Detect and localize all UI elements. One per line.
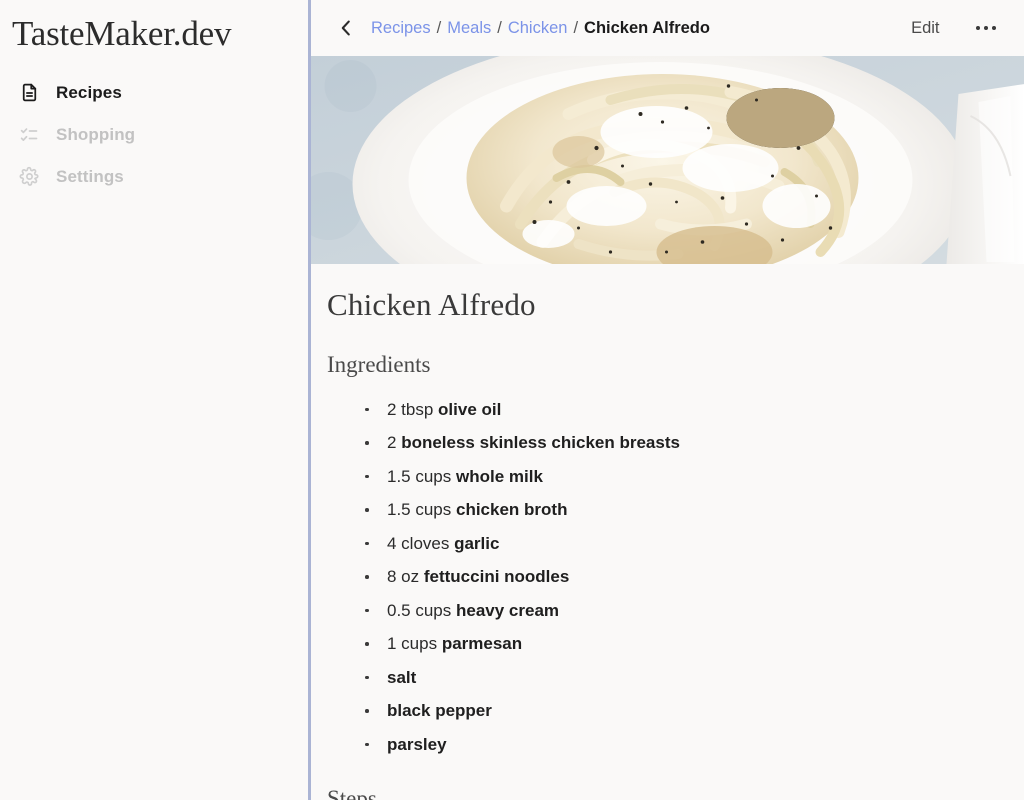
ingredient-item: 1.5 cups whole milk <box>327 460 1024 494</box>
ingredient-quantity: 1.5 cups <box>387 500 456 520</box>
ingredient-item: black pepper <box>327 694 1024 728</box>
sidebar-item-shopping[interactable]: Shopping <box>0 114 308 156</box>
ingredient-quantity: 4 cloves <box>387 533 455 553</box>
ingredient-name: chicken broth <box>456 500 568 520</box>
breadcrumb-link-chicken[interactable]: Chicken <box>508 19 568 38</box>
ingredient-quantity: 8 oz <box>387 567 424 587</box>
ingredient-quantity: 2 tbsp <box>387 399 439 419</box>
ingredient-name: salt <box>387 667 417 687</box>
sidebar-item-recipes[interactable]: Recipes <box>0 72 308 114</box>
ingredient-item: salt <box>327 661 1024 695</box>
ingredient-item: 0.5 cups heavy cream <box>327 594 1024 628</box>
topbar: Recipes / Meals / Chicken / Chicken Alfr… <box>311 0 1024 56</box>
sidebar-item-label: Shopping <box>56 124 136 144</box>
app-root: TasteMaker.dev Recipes Shopping Settings… <box>0 0 1024 800</box>
sidebar-item-label: Settings <box>56 166 124 186</box>
ingredient-name: parmesan <box>441 634 523 654</box>
brand-title: TasteMaker.dev <box>12 14 232 53</box>
breadcrumb-current: Chicken Alfredo <box>584 18 710 37</box>
sidebar-item-label: Recipes <box>56 82 122 102</box>
ellipsis-icon[interactable] <box>966 18 1007 39</box>
ingredient-name: garlic <box>454 533 500 553</box>
back-button[interactable] <box>333 15 359 41</box>
ingredient-item: 8 oz fettuccini noodles <box>327 560 1024 594</box>
breadcrumb-separator: / <box>497 18 502 37</box>
ingredient-quantity: 2 <box>387 433 402 453</box>
ingredients-list: 2 tbsp olive oil 2 boneless skinless chic… <box>327 393 1024 762</box>
ingredient-name: fettuccini noodles <box>423 567 570 587</box>
sidebar: TasteMaker.dev Recipes Shopping Settings <box>0 0 308 800</box>
hero-illustration <box>311 56 1024 264</box>
ingredient-item: 1.5 cups chicken broth <box>327 493 1024 527</box>
recipe-article: Chicken Alfredo Ingredients 2 tbsp olive… <box>311 286 1024 800</box>
breadcrumb-separator: / <box>436 18 442 37</box>
gear-icon <box>18 166 40 188</box>
breadcrumb-link-meals[interactable]: Meals <box>447 19 491 38</box>
ingredient-name: olive oil <box>438 399 502 419</box>
sidebar-item-settings[interactable]: Settings <box>0 156 308 198</box>
edit-button[interactable]: Edit <box>903 15 947 42</box>
content-area: Recipes / Meals / Chicken / Chicken Alfr… <box>308 0 1024 800</box>
ingredient-item: 4 cloves garlic <box>327 527 1024 561</box>
breadcrumb-link-recipes[interactable]: Recipes <box>371 19 431 38</box>
checklist-icon <box>18 124 40 146</box>
ingredient-name: black pepper <box>387 701 492 721</box>
breadcrumb: Recipes / Meals / Chicken / Chicken Alfr… <box>371 19 710 38</box>
ingredient-quantity: 1.5 cups <box>387 466 456 486</box>
ingredients-heading: Ingredients <box>327 352 431 378</box>
ingredient-name: boneless skinless chicken breasts <box>401 433 680 453</box>
ingredient-item: parsley <box>327 728 1024 762</box>
ingredient-item: 2 tbsp olive oil <box>327 393 1024 427</box>
ingredient-quantity: 1 cups <box>387 634 442 654</box>
recipe-title: Chicken Alfredo <box>327 287 536 322</box>
ingredient-item: 2 boneless skinless chicken breasts <box>327 426 1024 460</box>
ingredient-item: 1 cups parmesan <box>327 627 1024 661</box>
ingredient-quantity: 0.5 cups <box>387 600 456 620</box>
steps-heading: Steps <box>327 786 377 800</box>
ingredient-name: whole milk <box>456 466 543 486</box>
recipe-hero-image <box>311 56 1024 264</box>
ingredient-name: parsley <box>387 734 447 754</box>
document-icon <box>18 82 40 104</box>
ingredient-name: heavy cream <box>456 600 560 620</box>
sidebar-nav: Recipes Shopping Settings <box>0 72 308 198</box>
breadcrumb-separator: / <box>573 18 579 37</box>
